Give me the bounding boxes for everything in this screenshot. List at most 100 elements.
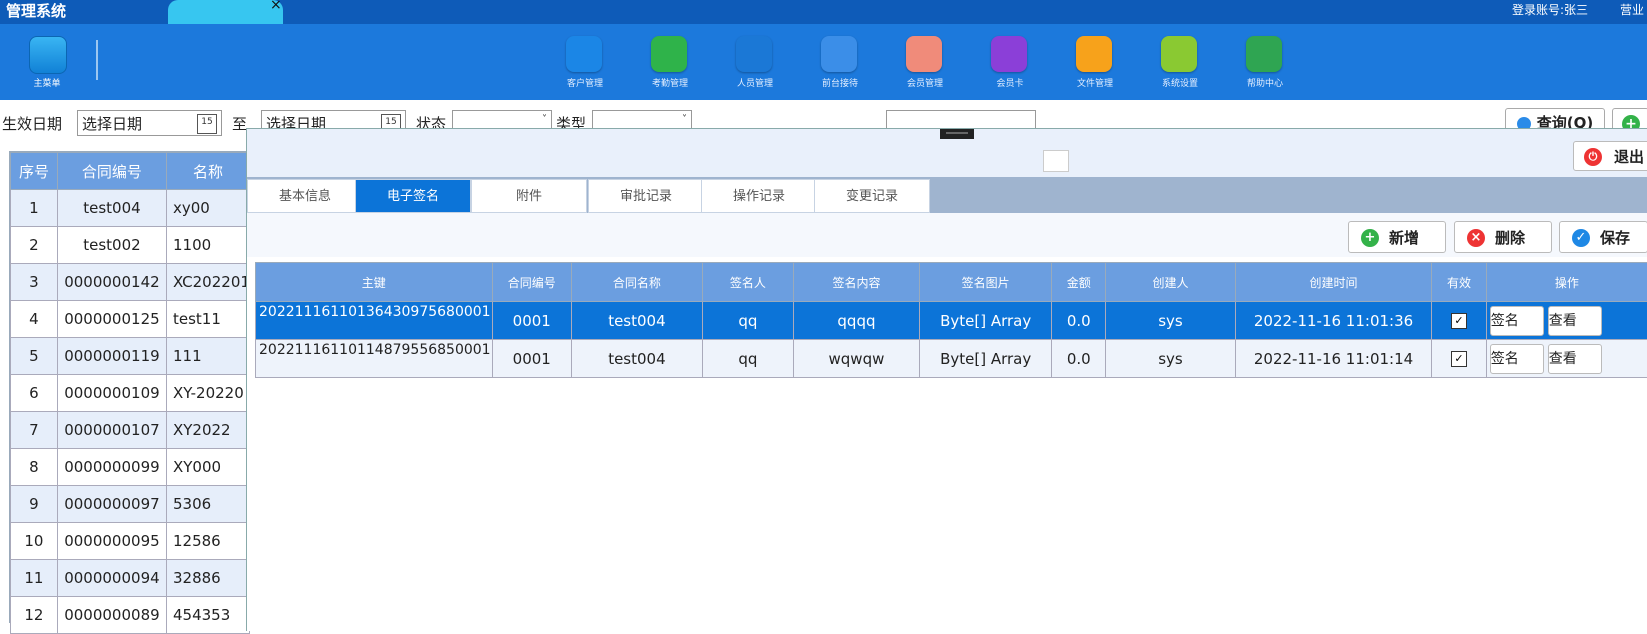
toolbar-icon <box>566 36 602 72</box>
table-cell: 3 <box>11 264 58 301</box>
grid-column-header[interactable]: 合同编号 <box>492 263 571 302</box>
toolbar-button[interactable]: 前台接待 <box>807 36 873 92</box>
table-row[interactable]: 40000000125test11 <box>11 301 250 338</box>
table-cell: 6 <box>11 375 58 412</box>
grid-column-header[interactable]: 签名图片 <box>920 263 1052 302</box>
grid-column-header[interactable]: 主键 <box>256 263 493 302</box>
toolbar-button[interactable]: 人员管理 <box>722 36 788 92</box>
table-cell: 0000000107 <box>57 412 166 449</box>
delete-label: 删除 <box>1495 229 1525 247</box>
to-label: 至 <box>232 110 247 138</box>
delete-row-button[interactable]: × 删除 <box>1454 221 1552 253</box>
toolbar-button[interactable]: 会员管理 <box>892 36 958 92</box>
view-button[interactable]: 查看 <box>1548 344 1602 374</box>
table-cell: XY2022 <box>166 412 249 449</box>
grid-cell-id: 20221116110136430975680001 <box>256 302 493 340</box>
toolbar-icon <box>1076 36 1112 72</box>
grid-column-header[interactable]: 合同名称 <box>571 263 702 302</box>
toolbar-button[interactable]: 系统设置 <box>1147 36 1213 92</box>
start-date-field[interactable]: 选择日期 15 <box>77 110 222 136</box>
toolbar-label: 考勤管理 <box>637 76 703 89</box>
grid-column-header[interactable]: 金额 <box>1052 263 1106 302</box>
table-cell: 0000000097 <box>57 486 166 523</box>
table-cell: test004 <box>57 190 166 227</box>
table-cell: 1100 <box>166 227 249 264</box>
table-cell: 1 <box>11 190 58 227</box>
toolbar-button[interactable]: 文件管理 <box>1062 36 1128 92</box>
table-cell: xy00 <box>166 190 249 227</box>
view-button[interactable]: 查看 <box>1548 306 1602 336</box>
toolbar-label: 帮助中心 <box>1232 76 1298 89</box>
toolbar-label: 会员卡 <box>977 76 1043 89</box>
column-header[interactable]: 序号 <box>11 153 58 190</box>
grid-column-header[interactable]: 操作 <box>1486 263 1647 302</box>
table-cell: 5 <box>11 338 58 375</box>
table-row[interactable]: 2test0021100 <box>11 227 250 264</box>
toolbar-button[interactable]: 会员卡 <box>977 36 1043 92</box>
table-row[interactable]: 80000000099XY000 <box>11 449 250 486</box>
tab-4[interactable]: 操作记录 <box>701 179 817 213</box>
grid-cell-signer: qq <box>702 340 793 378</box>
toolbar-button[interactable]: 客户管理 <box>552 36 618 92</box>
table-cell: 454353 <box>166 597 249 634</box>
table-row[interactable]: 11000000009432886 <box>11 560 250 597</box>
table-cell: XY-20220 <box>166 375 249 412</box>
table-row[interactable]: 60000000109XY-20220 <box>11 375 250 412</box>
table-cell: 0000000142 <box>57 264 166 301</box>
delete-icon: × <box>1467 229 1485 247</box>
table-cell: 32886 <box>166 560 249 597</box>
toolbar-label: 前台接待 <box>807 76 873 89</box>
home-button[interactable]: 主菜单 <box>26 36 68 90</box>
grid-column-header[interactable]: 创建时间 <box>1235 263 1432 302</box>
sign-button[interactable]: 签名 <box>1490 344 1544 374</box>
tab-5[interactable]: 变更记录 <box>814 179 930 213</box>
table-row[interactable]: 900000000975306 <box>11 486 250 523</box>
grid-column-header[interactable]: 有效 <box>1432 263 1486 302</box>
table-cell: 0000000089 <box>57 597 166 634</box>
toolbar-icon <box>991 36 1027 72</box>
grid-column-header[interactable]: 签名人 <box>702 263 793 302</box>
table-row[interactable]: 120000000089454353 <box>11 597 250 634</box>
table-cell: 9 <box>11 486 58 523</box>
table-cell: 0000000109 <box>57 375 166 412</box>
close-icon[interactable]: × <box>270 0 282 13</box>
table-row[interactable]: 50000000119111 <box>11 338 250 375</box>
grid-row[interactable]: 202211161101148795568500010001test004qqw… <box>256 340 1647 378</box>
column-header[interactable]: 名称 <box>166 153 249 190</box>
table-cell: 111 <box>166 338 249 375</box>
restore-icon[interactable] <box>1043 150 1069 172</box>
tab-0[interactable]: 基本信息 <box>247 179 363 213</box>
table-cell: test11 <box>166 301 249 338</box>
table-row[interactable]: 10000000009512586 <box>11 523 250 560</box>
calendar-icon[interactable]: 15 <box>197 114 217 134</box>
column-header[interactable]: 合同编号 <box>57 153 166 190</box>
toolbar-button[interactable]: 帮助中心 <box>1232 36 1298 92</box>
business-label: 营业 <box>1620 1 1644 18</box>
grid-cell-valid: ✓ <box>1432 302 1486 340</box>
tab-2[interactable]: 附件 <box>471 179 587 213</box>
exit-label: 退出 <box>1614 148 1644 166</box>
drag-handle[interactable] <box>940 129 974 139</box>
app-tab[interactable] <box>168 0 283 24</box>
table-row[interactable]: 70000000107XY2022 <box>11 412 250 449</box>
grid-row[interactable]: 202211161101364309756800010001test004qqq… <box>256 302 1647 340</box>
tab-1[interactable]: 电子签名 <box>355 179 471 213</box>
grid-cell-name: test004 <box>571 302 702 340</box>
table-cell: 7 <box>11 412 58 449</box>
sign-button[interactable]: 签名 <box>1490 306 1544 336</box>
toolbar-button[interactable]: 考勤管理 <box>637 36 703 92</box>
table-row[interactable]: 1test004xy00 <box>11 190 250 227</box>
add-row-button[interactable]: + 新增 <box>1348 221 1446 253</box>
exit-button[interactable]: ⏻ 退出 <box>1573 141 1647 171</box>
valid-checkbox[interactable]: ✓ <box>1451 351 1467 367</box>
grid-column-header[interactable]: 创建人 <box>1106 263 1236 302</box>
contract-list: 序号 合同编号 名称 1test004xy002test002110030000… <box>9 151 251 623</box>
grid-column-header[interactable]: 签名内容 <box>793 263 919 302</box>
tab-3[interactable]: 审批记录 <box>588 179 704 213</box>
grid-cell-amount: 0.0 <box>1052 340 1106 378</box>
save-button[interactable]: ✓ 保存 <box>1559 221 1647 253</box>
signature-dialog: ⏻ 退出 基本信息电子签名附件审批记录操作记录变更记录 + 新增 × 删除 ✓ … <box>246 128 1647 631</box>
table-row[interactable]: 30000000142XC202201 <box>11 264 250 301</box>
valid-checkbox[interactable]: ✓ <box>1451 313 1467 329</box>
grid-cell-signer: qq <box>702 302 793 340</box>
